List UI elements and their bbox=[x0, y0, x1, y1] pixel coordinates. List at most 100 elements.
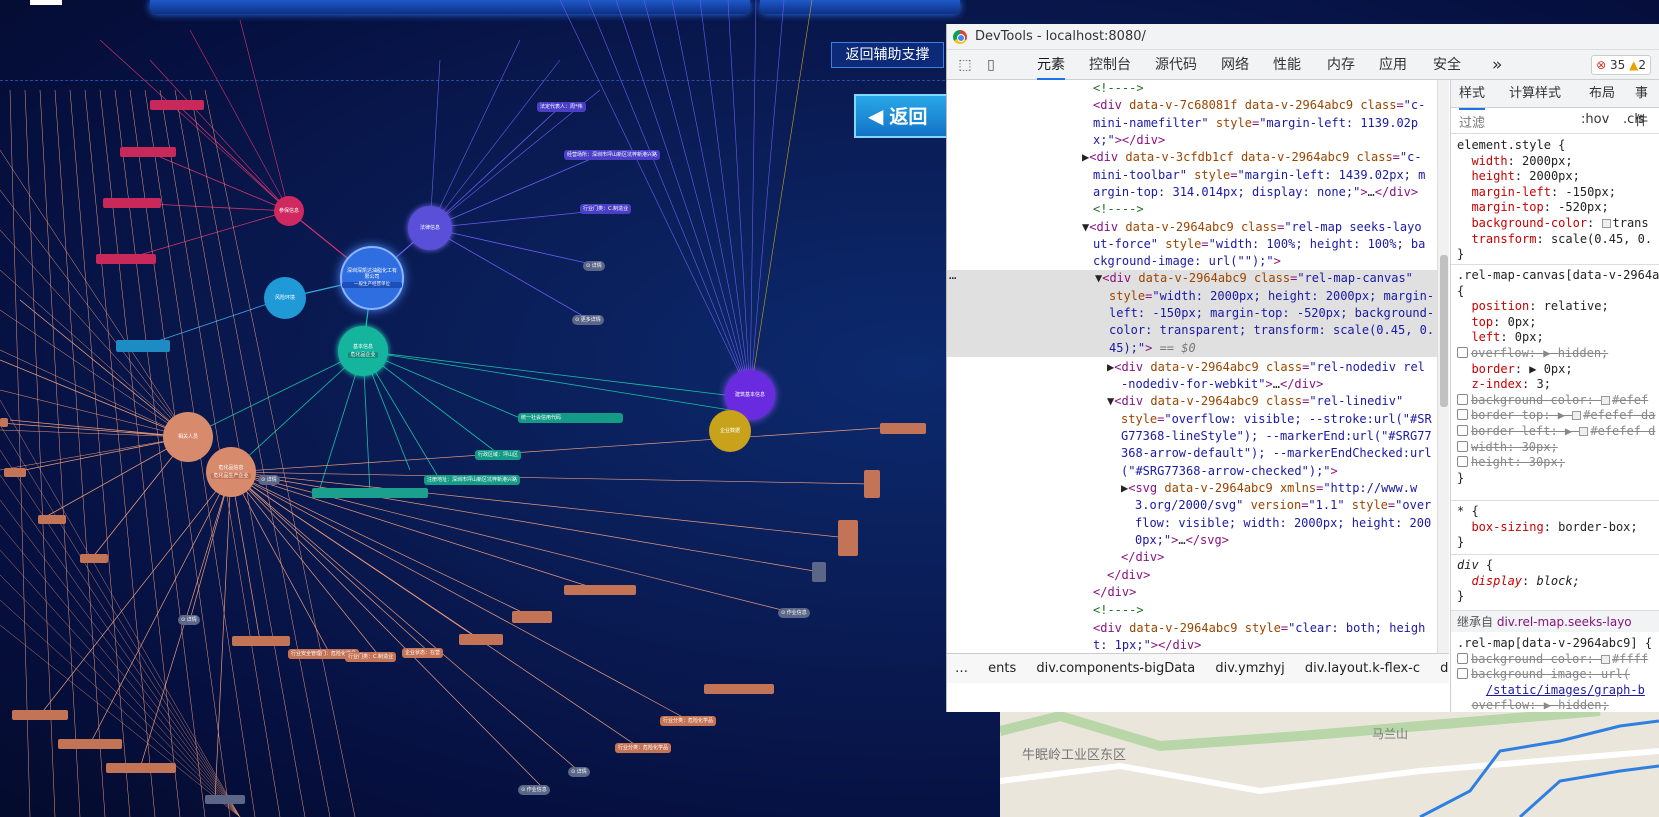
dom-line[interactable]: G77368-lineStyle"); --markerEnd:url("#SR… bbox=[1121, 428, 1437, 445]
dom-line[interactable]: <div data-v-2964abc9 style="clear: both;… bbox=[1093, 620, 1437, 637]
detail-tag-3[interactable]: ⊙ 详情 bbox=[178, 615, 200, 625]
graph-edge bbox=[699, 0, 751, 396]
graph-edge bbox=[0, 599, 241, 817]
insurance-node[interactable]: 参保信息 bbox=[274, 196, 304, 226]
dom-line[interactable]: <!----> bbox=[1093, 201, 1437, 218]
inspect-icon[interactable]: ⬚ bbox=[957, 57, 973, 73]
tab-security[interactable]: 安全 bbox=[1433, 50, 1461, 80]
masked-value bbox=[232, 636, 290, 646]
dom-line[interactable]: ut-force" style="width: 100%; height: 10… bbox=[1093, 236, 1437, 253]
dom-line[interactable]: 368-arrow-default"); --markerEndChecked:… bbox=[1121, 445, 1437, 462]
dom-line[interactable]: -nodediv-for-webkit">…</div> bbox=[1121, 376, 1437, 393]
dom-line[interactable]: mini-namefilter" style="margin-left: 113… bbox=[1093, 115, 1437, 132]
dom-line[interactable]: </div> bbox=[1107, 567, 1437, 584]
legal-info-node[interactable]: 法律信息 bbox=[408, 206, 452, 250]
scrollbar-thumb[interactable] bbox=[1440, 255, 1448, 407]
tab-styles[interactable]: 样式 bbox=[1459, 80, 1486, 110]
dom-line[interactable]: 45);"> == $0 bbox=[1109, 340, 1437, 357]
dom-line[interactable]: ckground-image: url("");"> bbox=[1093, 253, 1437, 270]
style-rules[interactable]: * { box-sizing: border-box; } bbox=[1451, 504, 1659, 551]
graph-edge bbox=[230, 471, 381, 658]
dom-line[interactable]: 3.org/2000/svg" version="1.1" style="ove… bbox=[1135, 497, 1437, 514]
dom-line[interactable]: ▶<div data-v-3cfdb1cf data-v-2964abc9 cl… bbox=[1082, 149, 1437, 166]
dom-line[interactable]: ▶<svg data-v-2964abc9 xmlns="http://www.… bbox=[1121, 480, 1437, 497]
graph-edge bbox=[429, 59, 441, 229]
style-rules[interactable]: div { display: block; } bbox=[1451, 558, 1659, 605]
breadcrumb-item[interactable]: div.components-bigData bbox=[1036, 661, 1195, 676]
dom-line[interactable]: style="width: 2000px; height: 2000px; ma… bbox=[1109, 288, 1437, 305]
map-place-label: 牛眠岭工业区东区 bbox=[1022, 748, 1127, 763]
tab-sources[interactable]: 源代码 bbox=[1155, 50, 1197, 80]
masked-value bbox=[4, 468, 26, 477]
dom-line[interactable]: <div data-v-7c68081f data-v-2964abc9 cla… bbox=[1093, 97, 1437, 114]
masked-value bbox=[106, 763, 176, 773]
more-detail-tag[interactable]: ⊙ 更多详情 bbox=[572, 315, 604, 325]
graph-edge bbox=[239, 19, 290, 212]
masked-value bbox=[205, 795, 245, 804]
dom-line[interactable]: mini-toolbar" style="margin-left: 1439.0… bbox=[1093, 167, 1437, 184]
hov-toggle[interactable]: :hov bbox=[1581, 112, 1609, 127]
cls-toggle[interactable]: .cls bbox=[1623, 112, 1645, 127]
tab-memory[interactable]: 内存 bbox=[1327, 50, 1355, 80]
tab-performance[interactable]: 性能 bbox=[1273, 50, 1301, 80]
breadcrumb-more[interactable]: … bbox=[955, 661, 968, 676]
graph-edge bbox=[429, 59, 561, 229]
hazard-info-node[interactable]: 危化品信息 危化品生产企业 bbox=[206, 447, 256, 497]
dom-line[interactable]: 0px;">…</svg> bbox=[1135, 532, 1437, 549]
style-rules[interactable]: element.style { width: 2000px; height: 2… bbox=[1451, 138, 1659, 263]
breadcrumb-item[interactable]: div.layout.k-flex-c bbox=[1305, 661, 1420, 676]
risk-env-node[interactable]: 风险环境 bbox=[264, 277, 306, 319]
tab-network[interactable]: 网络 bbox=[1221, 50, 1249, 80]
work-info-tag-2[interactable]: ⊙ 作业信息 bbox=[518, 785, 550, 795]
people-node[interactable]: 相关人员 bbox=[163, 412, 213, 462]
back-to-assist-button[interactable]: 返回辅助支撑 bbox=[831, 42, 944, 68]
detail-tag-4[interactable]: ⊙ 详情 bbox=[568, 767, 590, 777]
tab-layout[interactable]: 布局 bbox=[1589, 80, 1615, 108]
tab-elements[interactable]: 元素 bbox=[1037, 50, 1065, 80]
back-button[interactable]: ◀ 返回 bbox=[854, 94, 949, 138]
style-rules[interactable]: .rel-map-canvas[data-v-2964ab { position… bbox=[1451, 268, 1659, 486]
devtools-titlebar: DevTools - localhost:8080/ bbox=[947, 24, 1659, 50]
breadcrumb-item[interactable]: div.layer bbox=[1440, 661, 1449, 676]
dom-line[interactable]: </div> bbox=[1093, 584, 1437, 601]
more-tabs-icon[interactable]: » bbox=[1492, 50, 1502, 80]
dom-line[interactable]: ▼<div data-v-2964abc9 class="rel-map see… bbox=[1082, 219, 1437, 236]
dom-line[interactable]: argin-top: 314.014px; display: none;">…<… bbox=[1093, 184, 1437, 201]
elements-dom-tree[interactable]: <!----> <div data-v-7c68081f data-v-2964… bbox=[947, 80, 1437, 653]
dom-line[interactable]: t: 1px;"></div> bbox=[1093, 637, 1437, 653]
dom-line[interactable]: x;"></div> bbox=[1093, 132, 1437, 149]
company-node[interactable]: 深圳深凯达油脂化工有限公司 一般生产经营单位 bbox=[340, 246, 404, 310]
style-rules[interactable]: .rel-map[data-v-2964abc9] { background-c… bbox=[1451, 636, 1659, 712]
work-info-tag[interactable]: ⊙ 作业信息 bbox=[778, 608, 810, 618]
basic-info-node[interactable]: 基本信息 危化品企业 bbox=[338, 326, 388, 376]
company-data-node[interactable]: 企业数据 bbox=[709, 410, 751, 452]
graph-edge bbox=[230, 350, 364, 473]
dom-line[interactable]: left: -150px; margin-top: -520px; backgr… bbox=[1109, 305, 1437, 322]
device-toolbar-icon[interactable]: ▯ bbox=[983, 57, 999, 73]
tab-console[interactable]: 控制台 bbox=[1089, 50, 1131, 80]
detail-tag-2[interactable]: ⊙ 详情 bbox=[258, 475, 280, 485]
warning-icon: ▲ bbox=[1629, 58, 1639, 72]
error-count: 35 bbox=[1610, 58, 1626, 72]
dom-line[interactable]: flow: visible; width: 2000px; height: 20… bbox=[1135, 515, 1437, 532]
elements-scrollbar[interactable] bbox=[1437, 80, 1449, 653]
dom-line[interactable]: </div> bbox=[1121, 549, 1437, 566]
tab-computed[interactable]: 计算样式 bbox=[1509, 80, 1561, 108]
dom-line[interactable]: ("#SRG77368-arrow-checked");"> bbox=[1121, 463, 1437, 480]
breadcrumb-item[interactable]: div.ymzhyj bbox=[1215, 661, 1284, 676]
tab-application[interactable]: 应用 bbox=[1379, 50, 1407, 80]
graph-edge bbox=[559, 0, 751, 396]
dom-line[interactable]: <!----> bbox=[1093, 80, 1437, 97]
error-warning-badge[interactable]: ⊗ 35 ▲2 bbox=[1591, 55, 1651, 75]
dom-line[interactable]: style="overflow: visible; --stroke:url("… bbox=[1121, 411, 1437, 428]
inherited-selector[interactable]: div.rel-map.seeks-layo bbox=[1497, 615, 1632, 629]
graph-edge bbox=[0, 624, 241, 817]
dom-line[interactable]: ▼<div data-v-2964abc9 class="rel-map-can… bbox=[1095, 270, 1437, 287]
detail-tag[interactable]: ⊙ 详情 bbox=[583, 261, 605, 271]
dom-line[interactable]: ▶<div data-v-2964abc9 class="rel-nodediv… bbox=[1107, 359, 1437, 376]
dom-line[interactable]: color: transparent; transform: scale(0.4… bbox=[1109, 322, 1437, 339]
filter-input[interactable]: 过滤 bbox=[1459, 112, 1485, 131]
breadcrumb-item[interactable]: ents bbox=[988, 661, 1016, 676]
dom-line[interactable]: <!----> bbox=[1093, 602, 1437, 619]
dom-line[interactable]: ▼<div data-v-2964abc9 class="rel-linediv… bbox=[1107, 393, 1437, 410]
